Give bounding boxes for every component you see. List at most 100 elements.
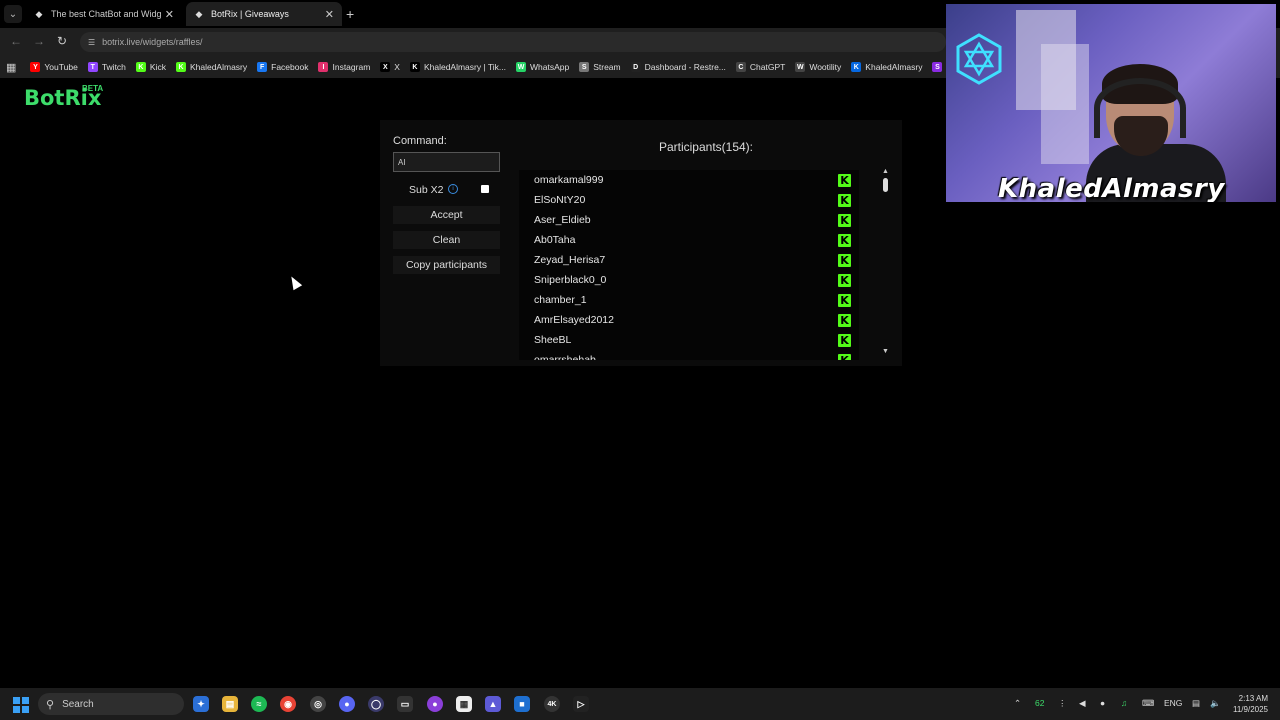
tab-title: BotRix | Giveaways [211, 9, 289, 19]
bookmark-item[interactable]: K Kick [135, 62, 166, 72]
bookmark-item[interactable]: XX [380, 62, 400, 72]
chatgpt-icon: C [735, 62, 746, 72]
bookmark-item[interactable]: C ChatGPT [735, 62, 785, 72]
language-indicator[interactable]: ENG [1164, 698, 1182, 708]
streamer-name: KhaledAlmasry [998, 174, 1225, 202]
restream-icon: D [630, 62, 641, 72]
bookmark-label: KhaledAlmasry [865, 62, 923, 72]
info-icon[interactable]: i [448, 184, 458, 194]
bookmark-label: YouTube [44, 62, 78, 72]
game-controller-icon[interactable]: ▲ [485, 696, 501, 712]
app-icon[interactable]: ■ [514, 696, 530, 712]
participant-row[interactable]: Ab0Taha K [519, 230, 859, 250]
whatsapp-icon: W [516, 62, 526, 72]
chrome-icon[interactable]: ◉ [280, 696, 296, 712]
participants-list[interactable]: omarkamal999 K ElSoNtY20 K Aser_Eldieb K Ab0Ta… [519, 170, 859, 360]
terminal-icon[interactable]: ▭ [397, 696, 413, 712]
scroll-up-arrow-icon[interactable]: ▲ [882, 168, 889, 175]
wootility-icon: W [795, 62, 806, 72]
beta-badge: BETA [82, 84, 104, 93]
tiktok-icon: K [409, 62, 420, 72]
taskbar-search[interactable]: ⚲ Search [38, 693, 184, 715]
bookmark-item[interactable]: K KhaledAlmasry [851, 62, 922, 72]
copilot-icon[interactable]: ✦ [193, 696, 209, 712]
bookmark-label: Wootility [809, 62, 842, 72]
tray-app-icon[interactable]: ⋮ [1058, 698, 1067, 709]
participants-scrollbar[interactable]: ▲ ▼ [880, 168, 892, 358]
site-info-icon[interactable]: ☰ [88, 38, 95, 47]
command-input[interactable] [393, 152, 500, 172]
bookmark-label: Stream [593, 62, 621, 72]
participant-row[interactable]: SheeBL K [519, 330, 859, 350]
bookmark-item[interactable]: K KhaledAlmasry | Tik... [409, 62, 506, 72]
botrix-favicon-icon: ◆ [35, 8, 43, 19]
bookmark-item[interactable]: Y YouTube [30, 62, 78, 72]
participant-row[interactable]: AmrElsayed2012 K [519, 310, 859, 330]
discord-icon[interactable]: ● [339, 696, 355, 712]
keyboard-icon[interactable]: ⌨ [1142, 698, 1154, 709]
tray-app-icon[interactable]: ◀ [1079, 698, 1086, 709]
show-hidden-icons-chevron-icon[interactable]: ⌃ [1014, 698, 1021, 709]
network-icon[interactable]: ▤ [1192, 698, 1200, 709]
participant-name: Aser_Eldieb [534, 214, 591, 226]
microphone-icon[interactable]: ♫ [1121, 698, 1127, 708]
4k-video-icon[interactable]: 4K [544, 696, 560, 712]
taskbar-search-text: Search [62, 698, 94, 710]
sub-x2-row: Sub X2 i [393, 182, 500, 198]
copy-participants-button[interactable]: Copy participants [393, 256, 500, 274]
scroll-thumb[interactable] [883, 178, 888, 192]
tab-list-chevron-icon[interactable]: ⌄ [4, 5, 22, 23]
app-icon[interactable]: ● [427, 696, 443, 712]
spotify-icon[interactable]: ≈ [251, 696, 267, 712]
reload-icon[interactable]: ↻ [57, 34, 67, 48]
kick-platform-icon: K [838, 193, 851, 207]
close-tab-icon[interactable]: ✕ [325, 8, 334, 21]
discord-tray-icon[interactable]: ● [1100, 698, 1105, 708]
mouse-cursor-icon [287, 274, 303, 291]
scroll-down-arrow-icon[interactable]: ▼ [882, 348, 889, 355]
close-tab-icon[interactable]: ✕ [165, 8, 174, 21]
bookmark-item[interactable]: D Dashboard - Restre... [630, 62, 726, 72]
windows-start-icon[interactable] [13, 697, 29, 713]
kick-platform-icon: K [838, 293, 851, 307]
new-tab-plus-icon[interactable]: + [346, 6, 354, 22]
participant-name: omarkamal999 [534, 174, 604, 186]
tab-giveaways[interactable]: ◆ BotRix | Giveaways ✕ [186, 2, 342, 26]
volume-icon[interactable]: 🔈 [1210, 698, 1221, 709]
participant-row[interactable]: chamber_1 K [519, 290, 859, 310]
accept-button[interactable]: Accept [393, 206, 500, 224]
sub-x2-checkbox[interactable] [481, 185, 489, 193]
tab-chatbot[interactable]: ◆ The best ChatBot and Widgets ✕ [26, 2, 182, 26]
bookmark-item[interactable]: W WhatsApp [516, 62, 569, 72]
headset-icon [1094, 78, 1186, 138]
bookmark-item[interactable]: S Stream [579, 62, 621, 72]
bookmark-item[interactable]: T Twitch [87, 62, 126, 72]
app-icon[interactable]: ◯ [368, 696, 384, 712]
bookmark-item[interactable]: I Instagram [318, 62, 370, 72]
participant-row[interactable]: Sniperblack0_0 K [519, 270, 859, 290]
participant-name: Zeyad_Herisa7 [534, 254, 606, 266]
participant-row[interactable]: omarkamal999 K [519, 170, 859, 190]
participant-row[interactable]: ElSoNtY20 K [519, 190, 859, 210]
participant-name: Ab0Taha [534, 234, 576, 246]
participant-row[interactable]: Aser_Eldieb K [519, 210, 859, 230]
system-clock[interactable]: 2:13 AM 11/9/2025 [1224, 693, 1268, 715]
file-explorer-icon[interactable]: ▤ [222, 696, 238, 712]
participant-row[interactable]: omarrshehab K [519, 350, 859, 360]
forward-arrow-icon[interactable]: → [33, 34, 45, 48]
store-icon[interactable]: ▦ [456, 696, 472, 712]
address-bar[interactable]: ☰ botrix.live/widgets/raffles/ [80, 32, 946, 52]
bookmark-item[interactable]: F Facebook [257, 62, 308, 72]
bookmark-label: Facebook [271, 62, 309, 72]
tray-counter[interactable]: 62 [1035, 698, 1044, 708]
participant-row[interactable]: Zeyad_Herisa7 K [519, 250, 859, 270]
bookmark-label: Dashboard - Restre... [644, 62, 726, 72]
obs-icon[interactable]: ◎ [310, 696, 326, 712]
capcut-icon[interactable]: ▷ [573, 696, 589, 712]
back-arrow-icon[interactable]: ← [10, 34, 22, 48]
apps-grid-icon[interactable]: ▦ [6, 61, 16, 74]
kick-platform-icon: K [838, 273, 851, 287]
bookmark-item[interactable]: W Wootility [795, 62, 841, 72]
clean-button[interactable]: Clean [393, 231, 500, 249]
bookmark-item[interactable]: K KhaledAlmasry [175, 62, 247, 72]
